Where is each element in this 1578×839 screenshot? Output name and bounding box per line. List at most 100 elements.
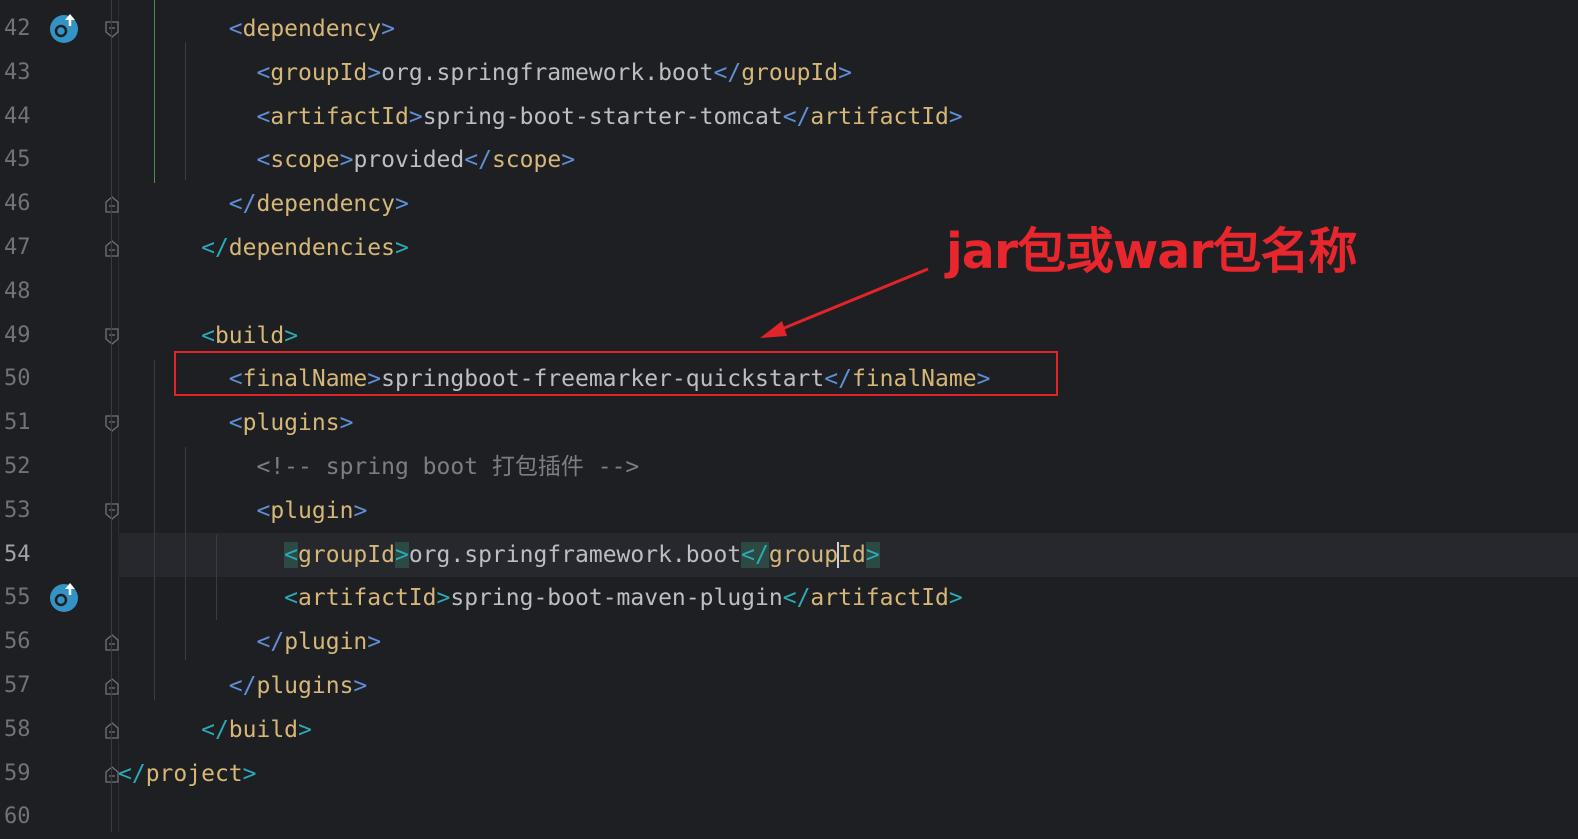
xml-tag-name: plugins: [242, 410, 340, 437]
xml-bracket: <: [228, 16, 243, 42]
xml-bracket: <: [256, 497, 271, 524]
xml-bracket: >: [394, 191, 409, 218]
xml-bracket: >: [339, 147, 354, 174]
code-line[interactable]: </dependencies>: [118, 226, 1578, 270]
code-line[interactable]: </build>: [118, 708, 1578, 752]
xml-bracket: </: [118, 760, 146, 787]
xml-tag-name: project: [145, 760, 243, 787]
xml-tag-name: artifactId: [298, 585, 437, 612]
xml-tag-name: plugins: [256, 673, 354, 699]
xml-text: provided: [353, 147, 465, 174]
xml-bracket: </: [201, 716, 229, 743]
xml-bracket: >: [367, 59, 382, 86]
line-number: 55: [4, 585, 31, 611]
xml-tag-name: plugin: [270, 497, 354, 524]
xml-tag-name: groupId: [741, 59, 839, 86]
override-method-icon[interactable]: [48, 581, 80, 613]
xml-bracket: </: [228, 191, 257, 218]
xml-bracket: <: [201, 322, 215, 349]
xml-bracket: >: [394, 235, 409, 261]
xml-bracket: >: [865, 541, 880, 568]
xml-bracket: </: [713, 59, 742, 86]
xml-bracket: <: [256, 147, 271, 174]
xml-tag-name: build: [228, 716, 299, 743]
xml-tag-name: artifactId: [810, 103, 949, 130]
xml-tag-name: groupId: [768, 541, 866, 569]
code-line[interactable]: </plugin>: [118, 620, 1578, 664]
code-area[interactable]: <dependency> <groupId>org.springframewor…: [111, 0, 1578, 832]
xml-bracket: >: [339, 410, 354, 437]
xml-bracket: >: [394, 541, 409, 568]
line-number: 58: [4, 716, 31, 742]
code-line[interactable]: <artifactId>spring-boot-maven-plugin</ar…: [118, 576, 1578, 620]
xml-bracket: >: [353, 497, 368, 524]
xml-tag-name: scope: [270, 147, 340, 174]
xml-bracket: </: [782, 103, 811, 130]
xml-bracket: >: [367, 629, 382, 656]
xml-tag-name: dependency: [242, 16, 382, 42]
code-line[interactable]: <scope>provided</scope>: [118, 138, 1578, 182]
line-number: 53: [4, 497, 31, 523]
xml-bracket: >: [381, 16, 395, 42]
text-caret: [837, 542, 840, 569]
line-number: 50: [4, 366, 31, 392]
code-line[interactable]: <groupId>org.springframework.boot</group…: [118, 51, 1578, 95]
code-line[interactable]: <!-- spring boot 打包插件 -->: [118, 445, 1578, 489]
code-line[interactable]: <artifactId>spring-boot-starter-tomcat</…: [118, 95, 1578, 139]
line-number: 49: [4, 322, 31, 348]
override-method-icon[interactable]: [48, 12, 80, 44]
xml-tag-name: plugin: [284, 629, 368, 656]
code-editor[interactable]: 42 43 44 45 46 47 48 49 50 51 52 53 54 55 56 57 58 59 60 <…: [0, 0, 1578, 832]
line-number: 54: [4, 541, 31, 567]
line-gutter[interactable]: 42 43 44 45 46 47 48 49 50 51 52 53 54 55 56 57 58 59 60: [0, 0, 119, 832]
xml-bracket: <: [256, 59, 271, 86]
xml-bracket: <: [256, 103, 271, 130]
code-line[interactable]: <plugin>: [118, 489, 1578, 533]
line-number: 44: [4, 103, 31, 129]
xml-bracket: >: [838, 59, 852, 86]
line-number: 52: [4, 454, 31, 479]
xml-bracket: </: [464, 147, 492, 174]
xml-bracket: </: [741, 541, 769, 568]
code-line[interactable]: <plugins>: [118, 401, 1578, 445]
code-line[interactable]: </dependency>: [118, 182, 1578, 226]
xml-bracket: >: [561, 147, 576, 174]
code-line[interactable]: <groupId>org.springframework.boot</group…: [118, 532, 1578, 577]
indent-guide: [111, 0, 112, 832]
line-number: 59: [4, 760, 31, 786]
indent-guide: [154, 360, 155, 700]
xml-bracket: <: [284, 541, 299, 568]
indent-guide: [185, 447, 186, 660]
line-number: 47: [4, 235, 31, 260]
xml-bracket: <: [284, 585, 299, 612]
xml-bracket: >: [298, 716, 312, 743]
xml-bracket: >: [242, 760, 257, 787]
annotation-label: jar包或war包名称: [946, 223, 1358, 280]
code-line[interactable]: <dependency>: [118, 7, 1578, 51]
final-name-highlight-box: [174, 351, 1058, 396]
code-line[interactable]: </plugins>: [118, 664, 1578, 708]
code-line[interactable]: [118, 270, 1578, 314]
xml-text: org.springframework.boot: [408, 541, 742, 568]
indent-guide: [154, 0, 155, 183]
xml-tag-name: artifactId: [810, 585, 949, 612]
indent-guide: [216, 535, 217, 620]
xml-tag-name: dependency: [256, 191, 395, 218]
xml-bracket: >: [408, 103, 423, 130]
xml-text: org.springframework.boot: [381, 59, 714, 86]
line-number: 45: [4, 147, 31, 173]
code-line[interactable]: </project>: [118, 752, 1578, 796]
xml-tag-name: build: [214, 322, 285, 349]
code-line[interactable]: [118, 795, 1578, 839]
